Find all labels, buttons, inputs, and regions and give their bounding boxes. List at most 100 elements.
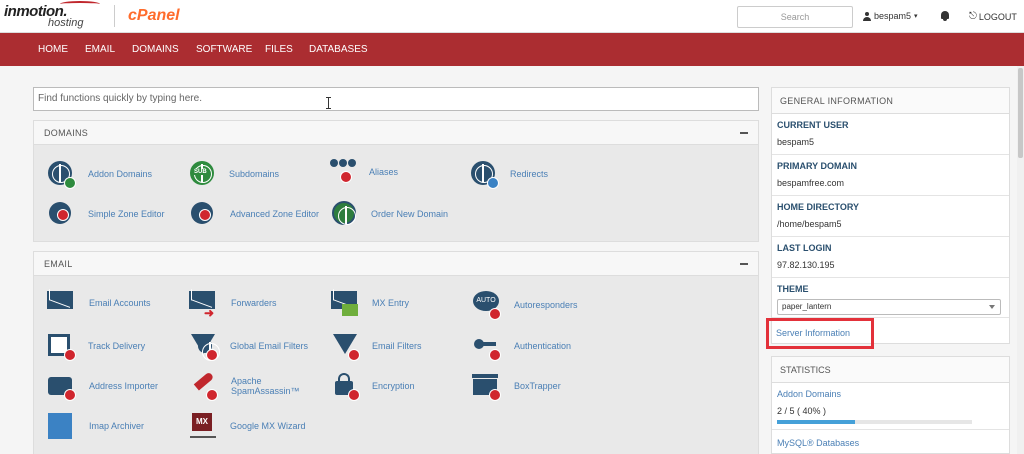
- last-login-section: LAST LOGIN 97.82.130.195: [772, 237, 1009, 278]
- order-new-domain-label: Order New Domain: [371, 209, 449, 219]
- addon-domains-label: Addon Domains: [88, 169, 153, 179]
- google-mx-wizard-icon-label: MX: [192, 413, 212, 431]
- domains-panel-header[interactable]: DOMAINS: [34, 121, 758, 145]
- nav-files[interactable]: FILES: [265, 44, 293, 55]
- track-delivery-link[interactable]: Track Delivery: [46, 331, 145, 361]
- scroll-thumb[interactable]: [1018, 68, 1023, 158]
- subdomains-label: Subdomains: [229, 169, 280, 179]
- redirects-link[interactable]: Redirects: [469, 159, 548, 189]
- address-importer-label: Address Importer: [89, 381, 159, 391]
- collapse-icon[interactable]: [740, 132, 748, 134]
- nav-domains[interactable]: DOMAINS: [132, 44, 179, 55]
- redirects-label: Redirects: [510, 169, 549, 179]
- forwarders-icon: ➜: [188, 288, 218, 320]
- subdomains-icon-label: SUB: [194, 169, 207, 175]
- mx-entry-link[interactable]: MX Entry: [330, 288, 409, 318]
- top-bar: inmotion. hosting cPanel Search bespam5 …: [0, 0, 1024, 33]
- aliases-link[interactable]: Aliases: [328, 157, 398, 187]
- subdomains-icon: SUB: [188, 159, 218, 189]
- caret-down-icon: ▾: [914, 13, 918, 20]
- primary-domain-section: PRIMARY DOMAIN bespamfree.com: [772, 155, 1009, 196]
- email-accounts-link[interactable]: Email Accounts: [46, 288, 151, 318]
- order-new-domain-link[interactable]: Order New Domain: [330, 199, 448, 229]
- mx-entry-label: MX Entry: [372, 298, 410, 308]
- nav-home[interactable]: HOME: [38, 44, 68, 55]
- addon-domains-icon: [46, 159, 76, 189]
- nav-software[interactable]: SOFTWARE: [196, 44, 252, 55]
- boxtrapper-link[interactable]: BoxTrapper: [471, 371, 561, 401]
- authentication-link[interactable]: Authentication: [471, 331, 571, 361]
- forwarders-link[interactable]: ➜ Forwarders: [188, 288, 277, 320]
- track-delivery-icon: [46, 331, 76, 361]
- encryption-link[interactable]: Encryption: [330, 371, 415, 401]
- theme-selected-value: paper_lantern: [782, 302, 832, 311]
- collapse-icon[interactable]: [740, 263, 748, 265]
- aliases-icon: [328, 157, 358, 187]
- addon-domains-progress-fill: [777, 420, 855, 424]
- primary-domain-value: bespamfree.com: [777, 178, 845, 188]
- spamassassin-link[interactable]: Apache SpamAssassin™: [188, 371, 311, 401]
- logout-icon: ⎋: [969, 11, 977, 22]
- advanced-zone-editor-link[interactable]: Advanced Zone Editor: [188, 199, 319, 229]
- primary-domain-label: PRIMARY DOMAIN: [777, 161, 858, 171]
- autoresponders-label: Autoresponders: [514, 300, 578, 310]
- quick-find-input[interactable]: Find functions quickly by typing here.: [33, 87, 759, 111]
- autoresponders-link[interactable]: AUTO Autoresponders: [471, 290, 578, 320]
- addon-domains-link[interactable]: Addon Domains: [46, 159, 152, 189]
- bell-icon[interactable]: [940, 11, 950, 22]
- email-accounts-label: Email Accounts: [89, 298, 151, 308]
- email-panel-header[interactable]: EMAIL: [34, 252, 758, 276]
- general-information-title: GENERAL INFORMATION: [772, 88, 1009, 114]
- search-input[interactable]: Search: [737, 6, 853, 28]
- subdomains-link[interactable]: SUB Subdomains: [188, 159, 279, 189]
- cpanel-logo[interactable]: cPanel: [128, 7, 180, 25]
- user-icon: [863, 11, 871, 21]
- user-menu[interactable]: bespam5 ▾: [863, 11, 918, 21]
- current-user-label: CURRENT USER: [777, 120, 849, 130]
- swoosh-icon: [60, 1, 100, 7]
- mx-entry-icon: [330, 288, 360, 318]
- home-directory-value: /home/bespam5: [777, 219, 842, 229]
- logout-button[interactable]: ⎋ LOGOUT: [969, 11, 1017, 22]
- google-mx-wizard-icon: MX: [188, 411, 218, 441]
- addon-domains-progress-bar: [777, 420, 972, 424]
- global-email-filters-icon: [188, 331, 220, 361]
- google-mx-wizard-link[interactable]: MX Google MX Wizard: [188, 411, 306, 441]
- nav-databases[interactable]: DATABASES: [309, 44, 368, 55]
- spamassassin-label: Apache SpamAssassin™: [231, 376, 300, 396]
- advanced-zone-editor-label: Advanced Zone Editor: [230, 209, 320, 219]
- encryption-icon: [330, 371, 360, 401]
- imap-archiver-icon: [46, 411, 76, 441]
- simple-zone-editor-link[interactable]: Simple Zone Editor: [46, 199, 165, 229]
- email-filters-link[interactable]: Email Filters: [330, 331, 422, 361]
- forwarders-label: Forwarders: [231, 298, 277, 308]
- global-email-filters-link[interactable]: Global Email Filters: [188, 331, 308, 361]
- advanced-zone-editor-icon: [188, 199, 218, 229]
- simple-zone-editor-label: Simple Zone Editor: [88, 209, 165, 219]
- last-login-value: 97.82.130.195: [777, 260, 835, 270]
- encryption-label: Encryption: [372, 381, 415, 391]
- home-directory-label: HOME DIRECTORY: [777, 202, 860, 212]
- page-scrollbar[interactable]: [1017, 66, 1024, 454]
- authentication-icon: [471, 331, 501, 361]
- theme-label: THEME: [777, 284, 809, 294]
- aliases-label: Aliases: [369, 167, 399, 177]
- email-filters-icon: [330, 331, 360, 361]
- track-delivery-label: Track Delivery: [88, 341, 146, 351]
- imap-archiver-link[interactable]: Imap Archiver: [46, 411, 144, 441]
- brand-line2: hosting: [48, 17, 84, 29]
- inmotion-logo[interactable]: inmotion. hosting: [4, 1, 116, 31]
- statistics-title: STATISTICS: [772, 357, 1009, 383]
- nav-email[interactable]: EMAIL: [85, 44, 115, 55]
- addon-domains-stat-link[interactable]: Addon Domains: [777, 389, 841, 399]
- logout-label: LOGOUT: [978, 11, 1017, 22]
- divider: [772, 429, 1009, 430]
- global-email-filters-label: Global Email Filters: [230, 341, 309, 351]
- current-user-value: bespam5: [777, 137, 815, 147]
- home-directory-section: HOME DIRECTORY /home/bespam5: [772, 196, 1009, 237]
- theme-select[interactable]: paper_lantern: [777, 299, 1001, 315]
- mysql-databases-stat-link[interactable]: MySQL® Databases: [777, 438, 859, 448]
- user-name: bespam5: [874, 11, 912, 21]
- address-importer-link[interactable]: Address Importer: [46, 371, 158, 401]
- authentication-label: Authentication: [514, 341, 572, 351]
